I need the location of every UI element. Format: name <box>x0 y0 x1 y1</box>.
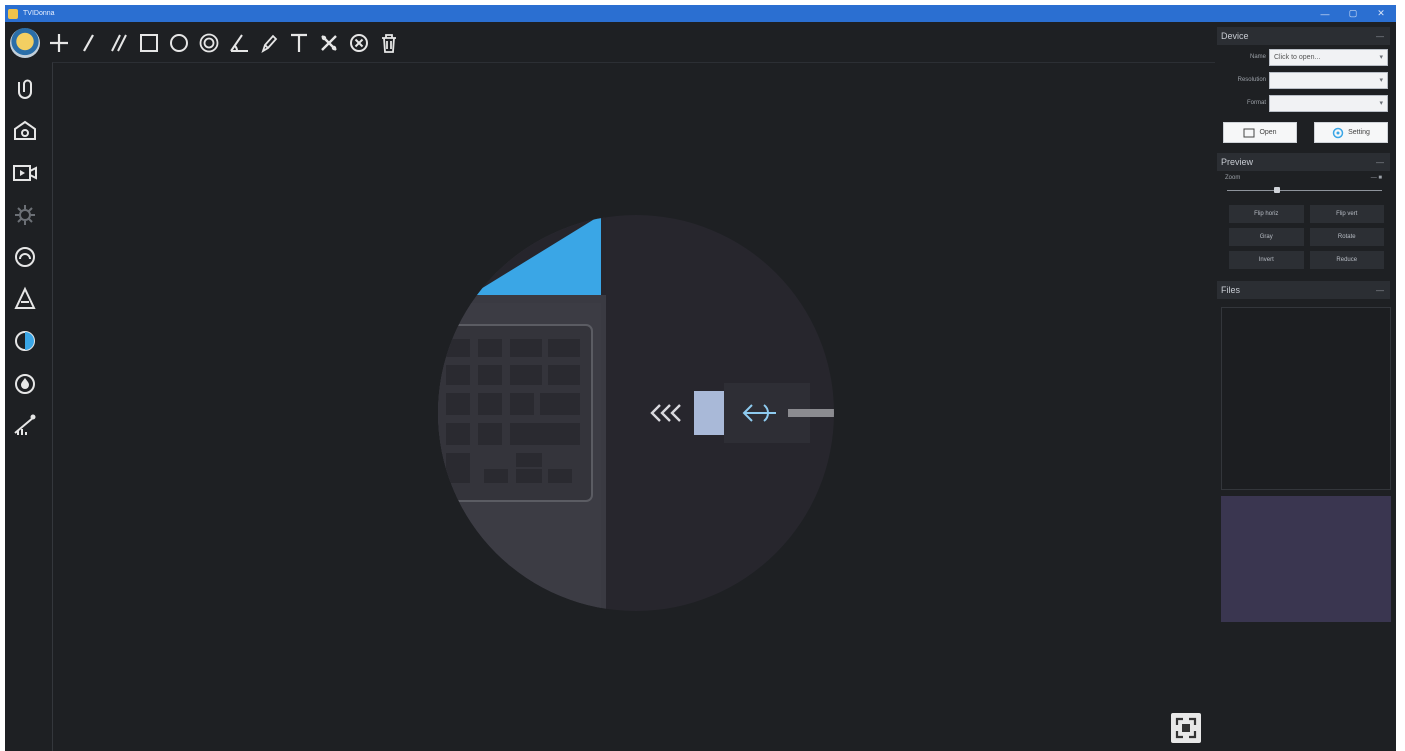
title-bar: TVIDonna — ▢ ✕ <box>5 5 1396 22</box>
eraser-icon[interactable] <box>318 31 340 55</box>
flip-horizontal-button[interactable]: Flip horiz <box>1229 205 1304 223</box>
open-window-icon <box>1243 128 1255 137</box>
trash-icon[interactable] <box>378 31 400 55</box>
preview-section-title: Preview <box>1221 157 1254 167</box>
right-panel: Device — Name Click to open... ▾ Resolut… <box>1217 27 1391 747</box>
clear-icon[interactable] <box>348 31 370 55</box>
collapse-chevron-icon[interactable]: — <box>1376 286 1384 295</box>
collapse-chevron-icon[interactable]: — <box>1376 158 1384 167</box>
format-select[interactable]: ▾ <box>1269 94 1388 112</box>
maximize-button[interactable]: ▢ <box>1348 8 1358 19</box>
preview-canvas[interactable] <box>52 62 1215 751</box>
flip-vertical-button[interactable]: Flip vert <box>1309 205 1384 223</box>
sidebar-measure-icon[interactable] <box>10 236 40 278</box>
dropdown-arrow-icon: ▾ <box>1379 100 1383 107</box>
parallel-lines-icon[interactable] <box>108 31 130 55</box>
files-section-header[interactable]: Files — <box>1217 281 1390 299</box>
angle-icon[interactable] <box>228 31 250 55</box>
app-logo[interactable] <box>10 28 40 58</box>
rotate-button[interactable]: Rotate <box>1309 228 1384 246</box>
sidebar-contrast-icon[interactable] <box>10 320 40 362</box>
preview-buttons: Flip horiz Flip vert Gray Rotate Invert … <box>1229 205 1384 269</box>
collapse-chevron-icon[interactable]: — <box>1376 32 1384 41</box>
app-icon <box>8 8 18 19</box>
sidebar-chart-icon[interactable] <box>10 404 40 446</box>
app-window: TVIDonna — ▢ ✕ Device — Name Click to op… <box>5 5 1396 751</box>
resolution-select[interactable]: ▾ <box>1269 71 1388 89</box>
format-row: Format ▾ <box>1217 92 1390 114</box>
reduce-button[interactable]: Reduce <box>1309 251 1384 269</box>
sidebar-capture-icon[interactable] <box>10 68 40 110</box>
sidebar-drop-icon[interactable] <box>10 362 40 404</box>
sidebar-video-icon[interactable] <box>10 152 40 194</box>
sidebar-settings-icon[interactable] <box>10 194 40 236</box>
close-button[interactable]: ✕ <box>1376 8 1386 19</box>
drawing-toolbar <box>5 25 408 61</box>
window-title: TVIDonna <box>23 10 55 17</box>
left-sidebar <box>10 68 40 446</box>
sidebar-camera-icon[interactable] <box>10 110 40 152</box>
settings-gear-icon <box>1332 127 1344 138</box>
open-button-label: Open <box>1259 129 1277 136</box>
resolution-label: Resolution <box>1237 77 1266 83</box>
dropdown-arrow-icon: ▾ <box>1379 54 1383 61</box>
device-name-value: Click to open... <box>1274 53 1321 61</box>
gray-button[interactable]: Gray <box>1229 228 1304 246</box>
zoom-label: Zoom <box>1225 175 1241 181</box>
device-section-header[interactable]: Device — <box>1217 27 1390 45</box>
line-icon[interactable] <box>78 31 100 55</box>
device-name-row: Name Click to open... ▾ <box>1217 46 1390 68</box>
sidebar-triangle-icon[interactable] <box>10 278 40 320</box>
settings-button-label: Setting <box>1348 129 1370 136</box>
pencil-icon[interactable] <box>258 31 280 55</box>
concentric-circle-icon[interactable] <box>198 31 220 55</box>
connect-device-illustration <box>438 215 834 611</box>
open-device-button[interactable]: Open <box>1223 122 1297 143</box>
file-list[interactable] <box>1221 307 1391 490</box>
files-section-title: Files <box>1221 285 1241 295</box>
device-section-title: Device <box>1221 31 1249 41</box>
preview-section-header[interactable]: Preview — <box>1217 153 1390 171</box>
minimize-button[interactable]: — <box>1320 9 1330 19</box>
zoom-slider[interactable] <box>1227 187 1382 195</box>
invert-button[interactable]: Invert <box>1229 251 1304 269</box>
dropdown-arrow-icon: ▾ <box>1379 77 1383 84</box>
resolution-row: Resolution ▾ <box>1217 69 1390 91</box>
fullscreen-icon <box>1175 717 1197 739</box>
circle-icon[interactable] <box>168 31 190 55</box>
device-name-label: Name <box>1249 54 1266 60</box>
text-icon[interactable] <box>288 31 310 55</box>
format-label: Format <box>1246 100 1266 106</box>
device-settings-button[interactable]: Setting <box>1314 122 1388 143</box>
plus-icon[interactable] <box>48 31 70 55</box>
file-thumbnail-preview[interactable] <box>1221 496 1391 622</box>
device-name-select[interactable]: Click to open... ▾ <box>1269 48 1388 66</box>
rectangle-icon[interactable] <box>138 31 160 55</box>
zoom-reset-handle[interactable]: — ■ <box>1371 175 1382 181</box>
zoom-slider-thumb[interactable] <box>1273 187 1280 193</box>
fit-screen-button[interactable] <box>1171 713 1201 743</box>
